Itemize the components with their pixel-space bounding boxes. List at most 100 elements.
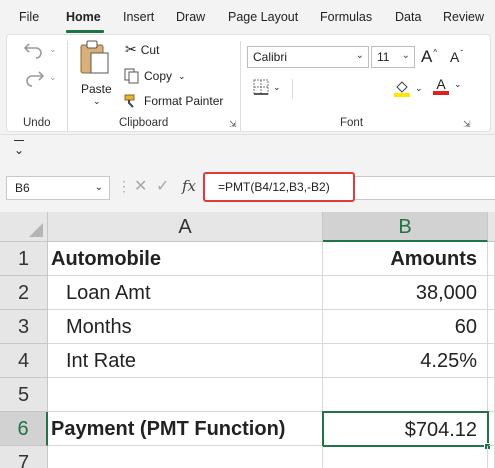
- formula-controls: ✕ ✓ fx: [128, 176, 208, 200]
- cut-button[interactable]: ✂ Cut: [125, 41, 159, 58]
- chevron-down-icon: ⌄: [355, 50, 364, 61]
- customize-toolbar-icon[interactable]: ⌄: [14, 143, 24, 157]
- cell-c4[interactable]: [488, 344, 495, 378]
- font-family-select[interactable]: Calibri ⌄: [247, 46, 369, 68]
- cell-a7[interactable]: [48, 446, 323, 468]
- font-color-dropdown-icon[interactable]: ⌄: [454, 79, 462, 90]
- font-dialog-launcher-icon[interactable]: ⇲: [463, 119, 471, 130]
- column-header-b[interactable]: B: [323, 212, 488, 242]
- redo-icon: [26, 71, 45, 87]
- cell-a5[interactable]: [48, 378, 323, 412]
- redo-button[interactable]: ⌄: [23, 67, 57, 87]
- row-header[interactable]: 7: [0, 446, 48, 468]
- redo-dropdown-icon: ⌄: [49, 71, 57, 82]
- group-divider: [292, 79, 293, 99]
- cell-c7[interactable]: [488, 446, 495, 468]
- tab-draw[interactable]: Draw: [176, 10, 205, 24]
- cell-a1[interactable]: Automobile: [48, 242, 323, 276]
- decrease-font-size-button[interactable]: Aˇ: [450, 48, 464, 66]
- clipboard-dialog-launcher-icon[interactable]: ⇲: [229, 119, 237, 130]
- copy-icon: [124, 68, 139, 84]
- column-header-c[interactable]: [488, 212, 495, 242]
- clipboard-group-label: Clipboard: [119, 117, 169, 129]
- formula-input-extension[interactable]: [355, 176, 495, 200]
- cell-b3[interactable]: 60: [323, 310, 488, 344]
- cancel-icon[interactable]: ✕: [134, 176, 147, 196]
- tab-data[interactable]: Data: [395, 10, 421, 24]
- undo-button[interactable]: ⌄: [23, 39, 57, 59]
- formula-bar: B6 ⌄ ⋮ ✕ ✓ fx =PMT(B4/12,B3,-B2): [0, 166, 495, 212]
- cell-b5[interactable]: [323, 378, 488, 412]
- row-header[interactable]: 4: [0, 344, 48, 378]
- insert-function-button[interactable]: fx: [182, 177, 196, 195]
- group-divider: [240, 41, 241, 131]
- row-header[interactable]: 5: [0, 378, 48, 412]
- formula-input[interactable]: =PMT(B4/12,B3,-B2): [203, 172, 355, 202]
- cell-a4[interactable]: Int Rate: [48, 344, 323, 378]
- cut-label: Cut: [140, 42, 160, 57]
- ribbon: ⌄ ⌄ Undo Paste ⌄ ✂ Cut Copy ⌄ Format Pai…: [0, 34, 495, 134]
- tab-page-layout[interactable]: Page Layout: [228, 10, 298, 24]
- format-painter-button[interactable]: Format Painter: [124, 93, 223, 109]
- cell-b4[interactable]: 4.25%: [323, 344, 488, 378]
- select-all-triangle-icon: [29, 223, 43, 237]
- tab-review[interactable]: Review: [443, 10, 484, 24]
- customize-toolbar-bar: [14, 140, 24, 141]
- cell-c2[interactable]: [488, 276, 495, 310]
- chevron-down-icon: ⌄: [401, 50, 410, 61]
- fill-color-button[interactable]: ⌄: [393, 79, 423, 97]
- cell-c1[interactable]: [488, 242, 495, 276]
- tab-file[interactable]: File: [19, 10, 39, 24]
- paste-icon: [80, 40, 109, 74]
- cell-b7[interactable]: [323, 446, 488, 468]
- tab-formulas[interactable]: Formulas: [320, 10, 372, 24]
- cell-c3[interactable]: [488, 310, 495, 344]
- borders-dropdown-icon: ⌄: [273, 81, 281, 92]
- row-header[interactable]: 6: [0, 412, 48, 446]
- name-box[interactable]: B6 ⌄: [6, 176, 110, 200]
- cell-a2[interactable]: Loan Amt: [48, 276, 323, 310]
- copy-button[interactable]: Copy ⌄: [124, 68, 186, 84]
- grow-font-letter: A: [421, 47, 433, 66]
- cell-c5[interactable]: [488, 378, 495, 412]
- paintbrush-icon: [124, 94, 135, 108]
- worksheet-grid: A B 1 Automobile Amounts 2 Loan Amt 38,0…: [0, 212, 495, 468]
- row-header[interactable]: 2: [0, 276, 48, 310]
- font-size-select[interactable]: 11 ⌄: [371, 46, 415, 68]
- tab-insert[interactable]: Insert: [123, 10, 154, 24]
- font-color-swatch: [433, 91, 449, 95]
- paint-bucket-icon: [394, 81, 410, 97]
- name-box-value: B6: [15, 181, 30, 195]
- cell-b6-selected[interactable]: $704.12: [322, 411, 489, 447]
- paste-label: Paste: [81, 82, 112, 96]
- font-size-value: 11: [377, 50, 390, 64]
- select-all-button[interactable]: [0, 212, 48, 242]
- borders-icon: [253, 79, 269, 95]
- copy-label: Copy: [144, 69, 173, 83]
- undo-icon: [23, 43, 42, 59]
- font-color-button[interactable]: A: [433, 77, 449, 95]
- cell-b2[interactable]: 38,000: [323, 276, 488, 310]
- shrink-font-letter: A: [450, 49, 460, 65]
- font-group-label: Font: [340, 117, 364, 129]
- font-color-letter: A: [436, 76, 446, 92]
- ribbon-tab-bar: File Home Insert Draw Page Layout Formul…: [0, 0, 495, 34]
- borders-button[interactable]: ⌄: [253, 79, 281, 95]
- cell-b1[interactable]: Amounts: [323, 242, 488, 276]
- caret-down-icon: ˇ: [460, 48, 464, 58]
- formula-text: =PMT(B4/12,B3,-B2): [218, 180, 330, 194]
- group-divider: [67, 41, 68, 131]
- increase-font-size-button[interactable]: A ^: [421, 47, 437, 67]
- tab-home[interactable]: Home: [66, 10, 101, 24]
- row-header[interactable]: 1: [0, 242, 48, 276]
- check-icon[interactable]: ✓: [156, 176, 169, 196]
- ribbon-panel: ⌄ ⌄ Undo Paste ⌄ ✂ Cut Copy ⌄ Format Pai…: [6, 34, 491, 132]
- cell-c6[interactable]: [489, 412, 495, 446]
- paste-button[interactable]: Paste ⌄: [77, 39, 117, 109]
- cell-a6[interactable]: Payment (PMT Function): [48, 412, 323, 446]
- column-header-a[interactable]: A: [48, 212, 323, 242]
- caret-up-icon: ^: [433, 47, 438, 57]
- row-header[interactable]: 3: [0, 310, 48, 344]
- cell-a3[interactable]: Months: [48, 310, 323, 344]
- fill-color-dropdown-icon: ⌄: [415, 82, 423, 93]
